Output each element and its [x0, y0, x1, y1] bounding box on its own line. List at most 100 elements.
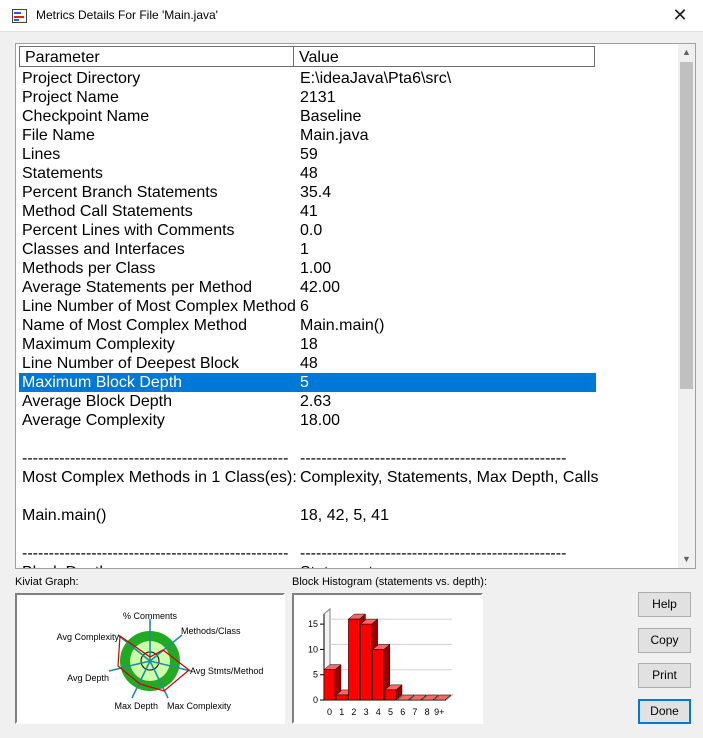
table-row[interactable]: Classes and Interfaces 1 [19, 240, 596, 259]
metrics-list[interactable]: Parameter Value Project Directory E:\idea… [15, 43, 696, 569]
row-value: Statements [300, 563, 381, 568]
table-row[interactable]: Percent Branch Statements 35.4 [19, 183, 596, 202]
histogram-x-tick-label: 5 [388, 707, 393, 717]
histogram-y-tick-label: 5 [313, 670, 318, 680]
table-row[interactable]: ----------------------------------------… [19, 544, 596, 563]
histogram-x-tick-label: 7 [412, 707, 417, 717]
column-header-value[interactable]: Value [293, 46, 595, 67]
row-parameter: File Name [22, 127, 95, 144]
histogram-bar [384, 689, 397, 701]
row-parameter: Percent Branch Statements [22, 184, 218, 201]
histogram-x-tick-label: 1 [339, 707, 344, 717]
row-value: 48 [300, 165, 318, 182]
table-row[interactable] [19, 525, 596, 544]
row-value: 59 [300, 146, 318, 163]
row-parameter: ----------------------------------------… [22, 545, 289, 562]
table-row[interactable]: Average Statements per Method 42.00 [19, 278, 596, 297]
row-value: 18 [300, 336, 318, 353]
table-row[interactable] [19, 487, 596, 506]
kiviat-label-avg-stmts: Avg Stmts/Method [190, 666, 263, 676]
histogram-bar [335, 694, 348, 701]
scroll-up-icon[interactable]: ▲ [678, 44, 695, 61]
table-row[interactable]: ----------------------------------------… [19, 449, 596, 468]
histogram-x-tick-label: 3 [364, 707, 369, 717]
done-button[interactable]: Done [638, 699, 691, 724]
kiviat-svg: % Comments Methods/Class Avg Stmts/Metho… [57, 611, 264, 711]
help-button[interactable]: Help [638, 592, 691, 617]
table-row[interactable]: Line Number of Most Complex Method 6 [19, 297, 596, 316]
row-parameter: Classes and Interfaces [22, 241, 185, 258]
table-row[interactable]: Average Block Depth 2.63 [19, 392, 596, 411]
histogram-svg: 0510150 1 2 3 4 5 6 7 8 9+ [308, 607, 454, 717]
kiviat-label-avg-depth: Avg Depth [67, 673, 109, 683]
kiviat-label-comments: % Comments [123, 611, 178, 621]
table-row[interactable]: Line Number of Deepest Block 48 [19, 354, 596, 373]
histogram-bar [323, 669, 336, 701]
histogram-x-tick-label: 9+ [434, 707, 444, 717]
histogram-x-tick-label: 0 [327, 707, 332, 717]
row-parameter: Statements [22, 165, 103, 182]
scrollbar-thumb[interactable] [680, 62, 693, 389]
histogram-x-tick-label: 2 [351, 707, 356, 717]
histogram-x-tick-label: 6 [400, 707, 405, 717]
row-value: 48 [300, 355, 318, 372]
table-row[interactable]: Checkpoint Name Baseline [19, 107, 596, 126]
kiviat-label-avg-complexity: Avg Complexity [57, 632, 120, 642]
row-value: 18.00 [300, 412, 341, 429]
row-parameter: Lines [22, 146, 61, 163]
row-value: Main.java [300, 127, 369, 144]
row-value: Complexity, Statements, Max Depth, Calls [300, 469, 599, 486]
row-value: 2.63 [300, 393, 332, 410]
table-row[interactable]: Lines 59 [19, 145, 596, 164]
table-row[interactable]: Name of Most Complex Method Main.main() [19, 316, 596, 335]
row-parameter: Line Number of Most Complex Method [22, 298, 296, 315]
window-title: Metrics Details For File 'Main.java' [36, 8, 218, 22]
row-parameter: ----------------------------------------… [22, 450, 289, 467]
row-parameter: Maximum Complexity [22, 336, 175, 353]
row-parameter: Checkpoint Name [22, 108, 150, 125]
histogram-y-tick-label: 0 [313, 695, 318, 705]
row-parameter: Block Depth [22, 563, 108, 568]
row-parameter: Project Name [22, 89, 119, 106]
histogram-y-tick-label: 15 [308, 619, 318, 629]
row-value: 6 [300, 298, 309, 315]
scroll-down-icon[interactable]: ▼ [678, 551, 695, 568]
row-parameter: Most Complex Methods in 1 Class(es): [22, 469, 297, 486]
row-parameter: Average Statements per Method [22, 279, 253, 296]
row-parameter: Name of Most Complex Method [22, 317, 247, 334]
table-row[interactable]: Project Name 2131 [19, 88, 596, 107]
table-row[interactable]: Main.main() 18, 42, 5, 41 [19, 506, 596, 525]
kiviat-graph: % Comments Methods/Class Avg Stmts/Metho… [15, 593, 285, 724]
table-row[interactable]: Average Complexity 18.00 [19, 411, 596, 430]
table-row[interactable]: Project Directory E:\ideaJava\Pta6\src\ [19, 69, 596, 88]
block-histogram: 0 5 10 15 0 1 2 3 4 5 6 7 8 9+ [292, 593, 483, 724]
row-value: 42.00 [300, 279, 341, 296]
histogram-caption: Block Histogram (statements vs. depth): [292, 576, 488, 588]
row-value: 0.0 [300, 222, 323, 239]
table-row[interactable]: Maximum Complexity 18 [19, 335, 596, 354]
row-value: Baseline [300, 108, 362, 125]
column-header-parameter[interactable]: Parameter [19, 46, 294, 67]
vertical-scrollbar[interactable]: ▲ ▼ [678, 44, 695, 568]
app-icon [12, 9, 27, 23]
histogram-x-tick-label: 8 [425, 707, 430, 717]
copy-button[interactable]: Copy [638, 628, 691, 653]
print-button[interactable]: Print [638, 663, 691, 688]
close-button[interactable]: ✕ [657, 0, 703, 31]
table-row[interactable]: Statements 48 [19, 164, 596, 183]
table-row[interactable]: Percent Lines with Comments 0.0 [19, 221, 596, 240]
histogram-bar [360, 623, 372, 701]
table-row[interactable]: Maximum Block Depth 5 [19, 373, 596, 392]
table-row[interactable]: Block Depth Statements [19, 563, 596, 568]
row-value: 5 [300, 374, 309, 391]
histogram-bar [348, 618, 360, 701]
row-parameter: Project Directory [22, 70, 141, 87]
row-value: ----------------------------------------… [300, 450, 567, 467]
row-parameter: Maximum Block Depth [22, 374, 183, 391]
table-row[interactable]: Most Complex Methods in 1 Class(es): Comp… [19, 468, 599, 487]
table-row[interactable]: File Name Main.java [19, 126, 596, 145]
table-row[interactable]: Methods per Class 1.00 [19, 259, 596, 278]
table-row[interactable]: Method Call Statements 41 [19, 202, 596, 221]
histogram-bar [372, 649, 385, 701]
table-row[interactable] [19, 430, 596, 449]
